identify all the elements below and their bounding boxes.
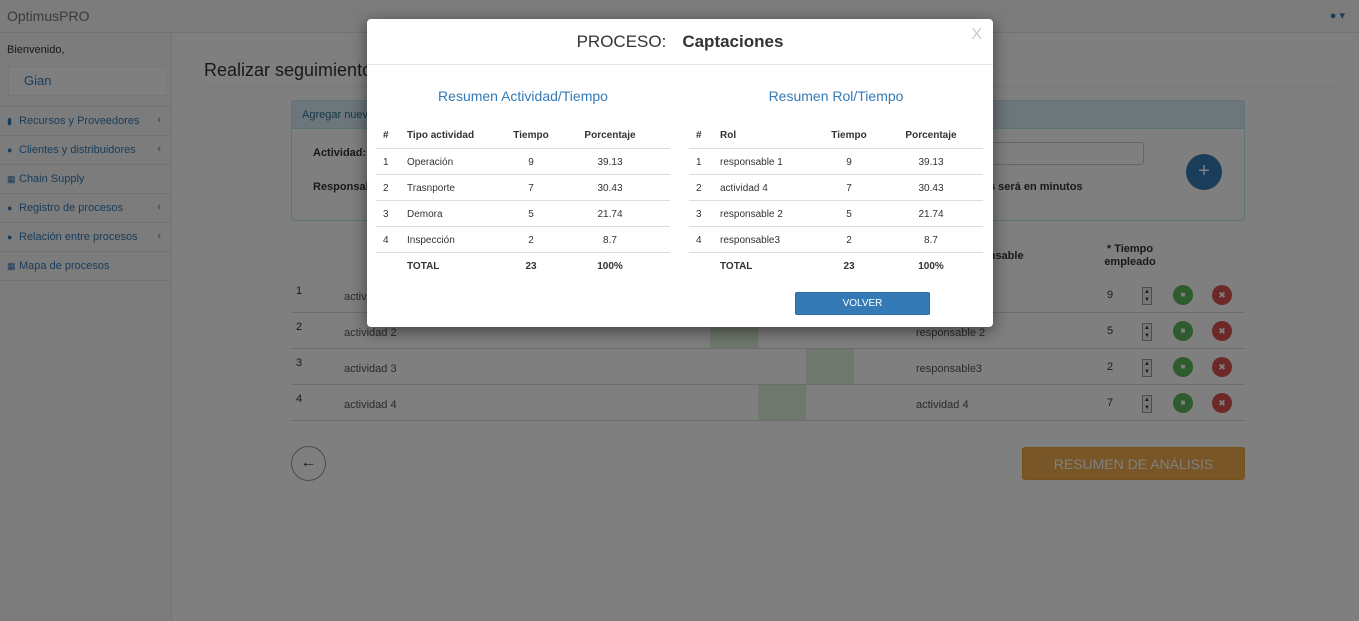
cell: 21.74: [918, 209, 944, 220]
table-row: 3 responsable 2 5 21.74: [689, 201, 983, 227]
cell: 1: [696, 157, 702, 168]
total-porcentaje: 100%: [597, 261, 623, 272]
table-row: 4 Inspección 2 8.7: [376, 227, 670, 253]
header-porcentaje: Porcentaje: [584, 130, 636, 141]
proceso-name: Captaciones: [682, 32, 784, 51]
cell: 2: [696, 183, 702, 194]
cell: actividad 4: [720, 183, 768, 194]
cell: 2: [528, 235, 534, 246]
cell: Trasnporte: [407, 183, 455, 194]
cell: 9: [846, 157, 852, 168]
table-row: 1 responsable 1 9 39.13: [689, 149, 983, 175]
cell: 4: [696, 235, 702, 246]
cell: 21.74: [597, 209, 623, 220]
cell: 2: [383, 183, 389, 194]
rol-summary-table: # Rol Tiempo Porcentaje 1 responsable 1 …: [689, 122, 983, 279]
cell: 5: [846, 209, 852, 220]
cell: 8.7: [603, 235, 617, 246]
cell: 7: [846, 183, 852, 194]
volver-button[interactable]: VOLVER: [795, 292, 930, 315]
cell: 7: [528, 183, 534, 194]
header-porcentaje: Porcentaje: [905, 130, 957, 141]
table-header: # Tipo actividad Tiempo Porcentaje: [376, 122, 670, 149]
cell: 39.13: [918, 157, 944, 168]
rol-table-title: Resumen Rol/Tiempo: [768, 88, 904, 104]
cell: Inspección: [407, 235, 455, 246]
table-row: 2 Trasnporte 7 30.43: [376, 175, 670, 201]
cell: 2: [846, 235, 852, 246]
cell: 5: [528, 209, 534, 220]
cell: 4: [383, 235, 389, 246]
header-num: #: [696, 130, 702, 141]
actividad-table-title: Resumen Actividad/Tiempo: [438, 88, 608, 104]
proceso-label: PROCESO:: [576, 32, 667, 51]
cell: 3: [383, 209, 389, 220]
cell: responsable3: [720, 235, 781, 246]
modal-header: PROCESO: Captaciones X: [367, 19, 993, 65]
table-row: 1 Operación 9 39.13: [376, 149, 670, 175]
table-total-row: TOTAL 23 100%: [376, 253, 670, 279]
total-label: TOTAL: [720, 261, 753, 272]
header-tipo: Tipo actividad: [407, 130, 475, 141]
total-tiempo: 23: [525, 261, 537, 272]
table-row: 2 actividad 4 7 30.43: [689, 175, 983, 201]
cell: 9: [528, 157, 534, 168]
table-header: # Rol Tiempo Porcentaje: [689, 122, 983, 149]
cell: responsable 2: [720, 209, 783, 220]
table-row: 3 Demora 5 21.74: [376, 201, 670, 227]
cell: Demora: [407, 209, 443, 220]
total-tiempo: 23: [843, 261, 855, 272]
cell: 3: [696, 209, 702, 220]
header-rol: Rol: [720, 130, 737, 141]
cell: 30.43: [918, 183, 944, 194]
total-porcentaje: 100%: [918, 261, 944, 272]
cell: 39.13: [597, 157, 623, 168]
cell: Operación: [407, 157, 454, 168]
cell: 1: [383, 157, 389, 168]
cell: 8.7: [924, 235, 938, 246]
summary-modal: PROCESO: Captaciones X Resumen Actividad/…: [367, 19, 993, 327]
table-row: 4 responsable3 2 8.7: [689, 227, 983, 253]
close-button[interactable]: X: [971, 26, 982, 44]
modal-title: PROCESO: Captaciones: [367, 32, 993, 52]
header-num: #: [383, 130, 389, 141]
total-label: TOTAL: [407, 261, 440, 272]
cell: responsable 1: [720, 157, 783, 168]
cell: 30.43: [597, 183, 623, 194]
table-total-row: TOTAL 23 100%: [689, 253, 983, 279]
actividad-summary-table: # Tipo actividad Tiempo Porcentaje 1 Ope…: [376, 122, 670, 279]
header-tiempo: Tiempo: [831, 130, 867, 141]
header-tiempo: Tiempo: [513, 130, 549, 141]
